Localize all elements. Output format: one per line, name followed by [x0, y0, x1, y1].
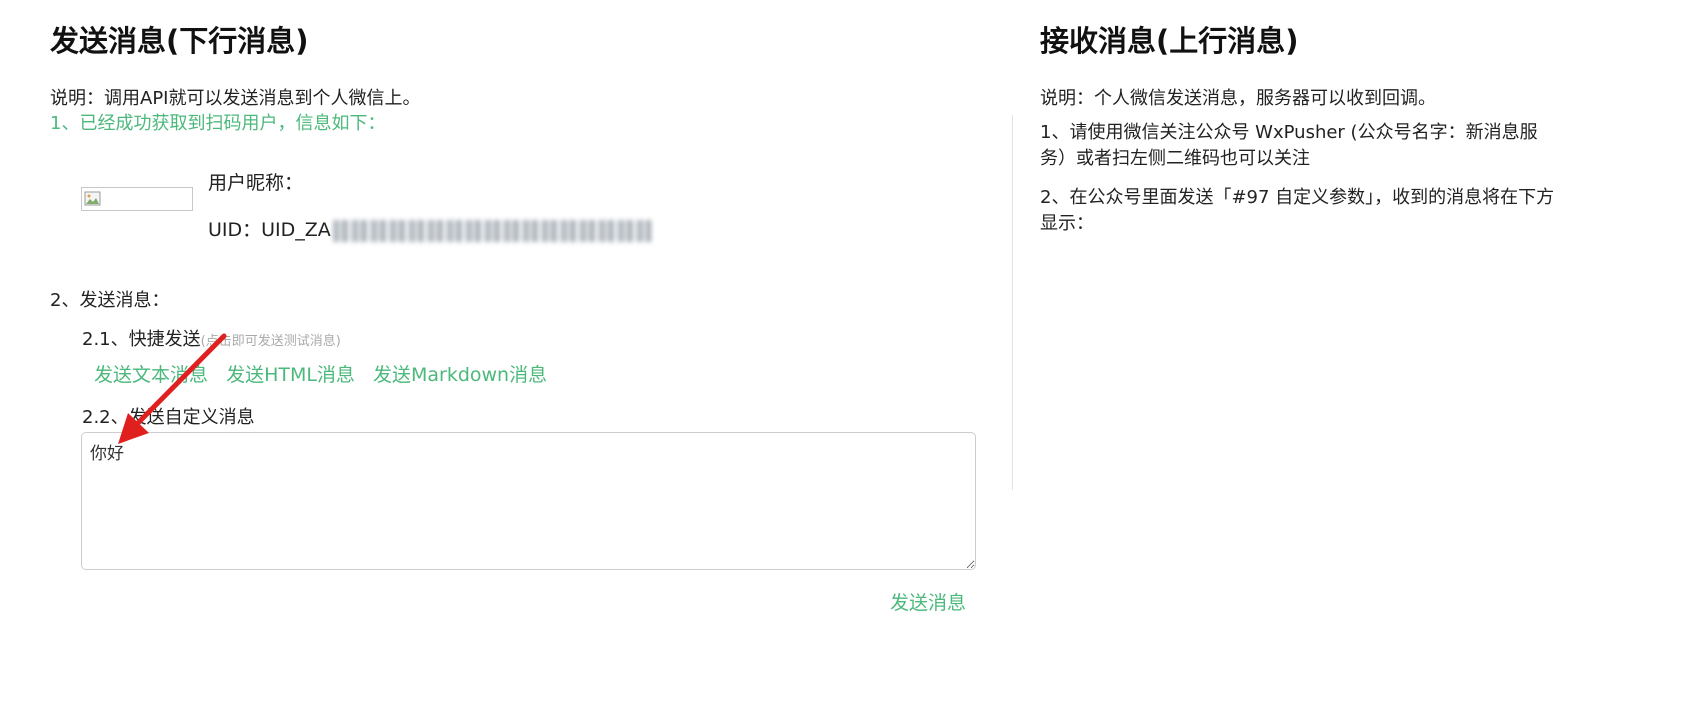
custom-send-heading: 2.2、发送自定义消息 [82, 407, 255, 428]
send-description: 说明：调用API就可以发送消息到个人微信上。 [50, 88, 421, 109]
user-avatar [81, 187, 193, 211]
uid-redacted-value [332, 219, 651, 242]
send-text-message-link[interactable]: 发送文本消息 [94, 364, 208, 386]
custom-message-input[interactable]: 你好 [81, 432, 976, 570]
user-uid: UID：UID_ZA [208, 215, 651, 242]
receive-section-title: 接收消息(上行消息) [1040, 24, 1299, 58]
receive-step2: 2、在公众号里面发送「#97 自定义参数」，收到的消息将在下方显示： [1040, 187, 1555, 234]
receive-step1: 1、请使用微信关注公众号 WxPusher (公众号名字：新消息服务）或者扫左侧… [1040, 122, 1538, 169]
quick-send-label: 2.1、快捷发送 [82, 329, 201, 350]
uid-label: UID：UID_ZA [208, 219, 331, 241]
page: 发送消息(下行消息) 说明：调用API就可以发送消息到个人微信上。 1、已经成功… [0, 0, 1708, 707]
user-nickname: 用户昵称： [208, 172, 304, 194]
send-message-button[interactable]: 发送消息 [890, 588, 966, 615]
send-markdown-message-link[interactable]: 发送Markdown消息 [373, 364, 547, 386]
quick-send-heading: 2.1、快捷发送(点击即可发送测试消息) [82, 325, 341, 351]
quick-send-hint: (点击即可发送测试消息) [200, 334, 341, 349]
step2-heading: 2、发送消息： [50, 290, 170, 311]
send-section-title: 发送消息(下行消息) [50, 24, 309, 58]
quick-send-links: 发送文本消息 发送HTML消息 发送Markdown消息 [94, 360, 559, 387]
step1-success-message: 1、已经成功获取到扫码用户，信息如下： [50, 113, 386, 134]
column-divider [1012, 115, 1013, 490]
send-html-message-link[interactable]: 发送HTML消息 [226, 364, 355, 386]
receive-description: 说明：个人微信发送消息，服务器可以收到回调。 [1040, 88, 1436, 109]
broken-image-icon [84, 191, 101, 206]
